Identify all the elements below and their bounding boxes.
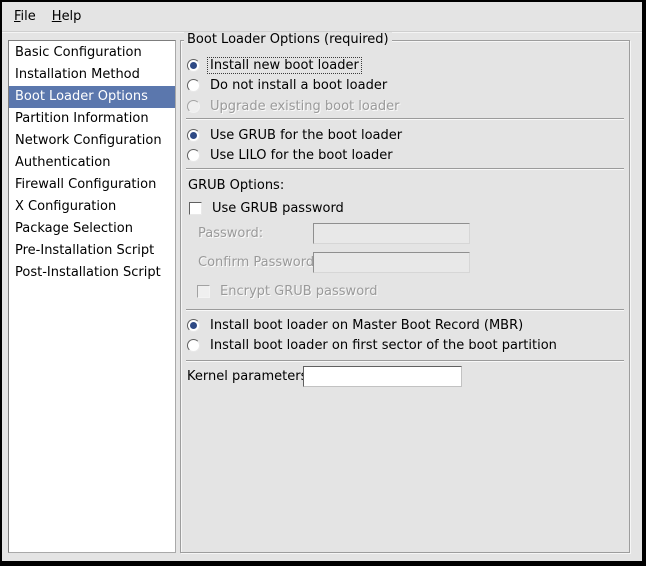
sidebar-item-installation-method[interactable]: Installation Method <box>9 64 175 86</box>
radio-upgrade-existing-boot-loader: Upgrade existing boot loader <box>187 96 623 116</box>
sidebar-item-post-installation-script[interactable]: Post-Installation Script <box>9 262 175 284</box>
password-input <box>313 223 470 244</box>
radio-label: Do not install a boot loader <box>207 77 390 94</box>
radio-button-icon <box>187 149 200 162</box>
menu-bar: File Help <box>2 2 642 32</box>
menu-file[interactable]: File <box>6 6 44 27</box>
radio-use-grub[interactable]: Use GRUB for the boot loader <box>187 125 623 145</box>
radio-button-icon <box>187 129 200 142</box>
separator <box>186 118 624 120</box>
kernel-parameters-label: Kernel parameters: <box>187 369 312 385</box>
grub-options-heading: GRUB Options: <box>188 178 284 194</box>
separator <box>186 360 624 362</box>
radio-button-icon <box>187 79 200 92</box>
radio-button-icon <box>187 100 200 113</box>
checkbox-encrypt-grub-password: Encrypt GRUB password <box>197 281 623 301</box>
radio-button-icon <box>187 319 200 332</box>
checkbox-label: Encrypt GRUB password <box>217 283 381 300</box>
radio-button-icon <box>187 339 200 352</box>
radio-install-on-first-sector[interactable]: Install boot loader on first sector of t… <box>187 335 623 355</box>
sidebar-item-boot-loader-options[interactable]: Boot Loader Options <box>9 86 175 108</box>
menu-help[interactable]: Help <box>44 6 90 27</box>
radio-use-lilo[interactable]: Use LILO for the boot loader <box>187 145 623 165</box>
password-label: Password: <box>198 226 263 242</box>
confirm-password-label: Confirm Password: <box>198 255 318 271</box>
kickstart-configurator-window: File Help Basic Configuration Installati… <box>0 0 646 566</box>
boot-loader-options-frame: Boot Loader Options (required) Install n… <box>180 40 630 553</box>
sidebar-item-firewall-configuration[interactable]: Firewall Configuration <box>9 174 175 196</box>
sidebar-item-pre-installation-script[interactable]: Pre-Installation Script <box>9 240 175 262</box>
sidebar-item-basic-configuration[interactable]: Basic Configuration <box>9 42 175 64</box>
radio-install-on-mbr[interactable]: Install boot loader on Master Boot Recor… <box>187 315 623 335</box>
radio-do-not-install-boot-loader[interactable]: Do not install a boot loader <box>187 75 623 95</box>
checkbox-use-grub-password[interactable]: Use GRUB password <box>189 198 623 218</box>
frame-title: Boot Loader Options (required) <box>184 32 392 48</box>
radio-label: Install boot loader on first sector of t… <box>207 337 560 354</box>
radio-label: Use GRUB for the boot loader <box>207 127 405 144</box>
sidebar-item-x-configuration[interactable]: X Configuration <box>9 196 175 218</box>
radio-install-new-boot-loader[interactable]: Install new boot loader <box>187 55 623 75</box>
separator <box>186 168 624 170</box>
checkbox-icon <box>197 285 210 298</box>
radio-button-icon <box>187 59 200 72</box>
category-list: Basic Configuration Installation Method … <box>8 40 176 553</box>
kernel-parameters-input[interactable] <box>303 366 462 387</box>
sidebar-item-authentication[interactable]: Authentication <box>9 152 175 174</box>
separator <box>186 309 624 311</box>
checkbox-label: Use GRUB password <box>209 200 347 217</box>
radio-label: Use LILO for the boot loader <box>207 147 396 164</box>
sidebar-item-network-configuration[interactable]: Network Configuration <box>9 130 175 152</box>
sidebar-item-package-selection[interactable]: Package Selection <box>9 218 175 240</box>
radio-label: Install new boot loader <box>207 57 362 74</box>
radio-label: Install boot loader on Master Boot Recor… <box>207 317 526 334</box>
radio-label: Upgrade existing boot loader <box>207 98 402 115</box>
checkbox-icon <box>189 202 202 215</box>
confirm-password-input <box>313 252 470 273</box>
sidebar-item-partition-information[interactable]: Partition Information <box>9 108 175 130</box>
